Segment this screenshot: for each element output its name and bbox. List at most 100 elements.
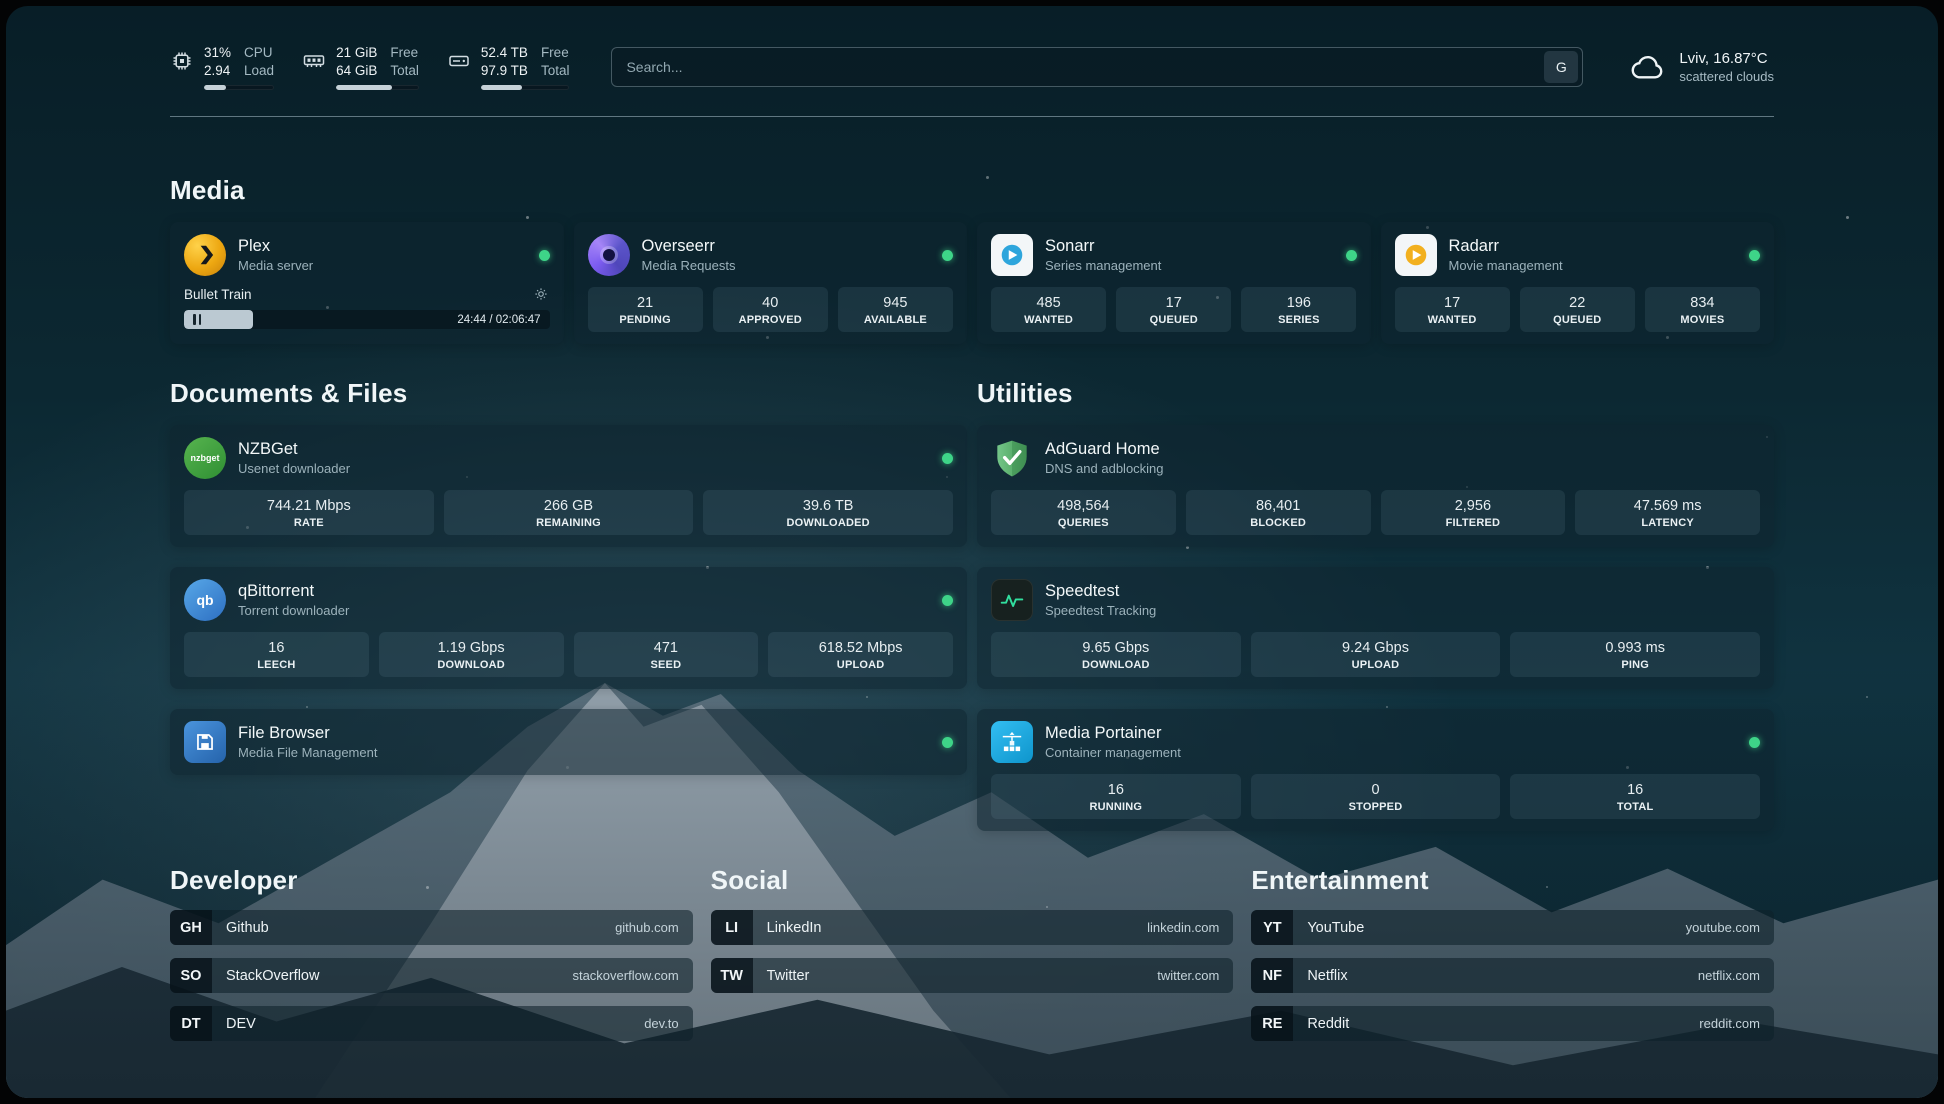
speedtest-card[interactable]: Speedtest Speedtest Tracking 9.65 GbpsDO… <box>977 567 1774 689</box>
bookmark-reddit[interactable]: RE Reddit reddit.com <box>1251 1006 1774 1041</box>
ram-icon <box>302 49 326 73</box>
weather-widget: Lviv, 16.87°C scattered clouds <box>1629 48 1774 86</box>
bookmark-github[interactable]: GH Github github.com <box>170 910 693 945</box>
ram-free-label: Free <box>390 44 419 62</box>
media-grid: Plex Media server Bullet Train 24:44 / 0… <box>170 222 1774 344</box>
reddit-badge: RE <box>1251 1006 1293 1041</box>
overseerr-card[interactable]: Overseerr Media Requests 21PENDING 40APP… <box>574 222 968 344</box>
speedtest-icon <box>991 579 1033 621</box>
disk-total-label: Total <box>541 62 570 80</box>
bookmark-stackoverflow[interactable]: SO StackOverflow stackoverflow.com <box>170 958 693 993</box>
stat-wanted: 485WANTED <box>991 287 1106 332</box>
playback-progress-bar[interactable]: 24:44 / 02:06:47 <box>184 310 550 329</box>
portainer-icon <box>991 721 1033 763</box>
overseerr-icon <box>588 234 630 276</box>
stat-approved: 40APPROVED <box>713 287 828 332</box>
stat-remaining: 266 GBREMAINING <box>444 490 694 535</box>
app-name: Media Portainer <box>1045 723 1181 744</box>
dev-badge: DT <box>170 1006 212 1041</box>
stat-leech: 16LEECH <box>184 632 369 677</box>
section-title-utilities: Utilities <box>977 378 1774 409</box>
app-subtitle: Media Requests <box>642 257 736 274</box>
plex-card[interactable]: Plex Media server Bullet Train 24:44 / 0… <box>170 222 564 344</box>
stat-download: 9.65 GbpsDOWNLOAD <box>991 632 1241 677</box>
stat-upload: 618.52 MbpsUPLOAD <box>768 632 953 677</box>
netflix-badge: NF <box>1251 958 1293 993</box>
app-name: AdGuard Home <box>1045 439 1164 460</box>
adguard-card[interactable]: AdGuard Home DNS and adblocking 498,564Q… <box>977 425 1774 547</box>
stat-total: 16TOTAL <box>1510 774 1760 819</box>
app-subtitle: Media File Management <box>238 744 377 761</box>
playback-time: 24:44 / 02:06:47 <box>457 313 540 327</box>
search-input[interactable] <box>626 59 1544 75</box>
stat-filtered: 2,956FILTERED <box>1381 490 1566 535</box>
app-name: Speedtest <box>1045 581 1156 602</box>
nzbget-icon: nzbget <box>184 437 226 479</box>
sonarr-card[interactable]: Sonarr Series management 485WANTED 17QUE… <box>977 222 1371 344</box>
status-dot <box>1346 250 1357 261</box>
top-bar: 31% 2.94 CPU Load <box>170 44 1774 90</box>
header-divider <box>170 116 1774 117</box>
disk-total-value: 97.9 TB <box>481 62 528 80</box>
stat-queued: 17QUEUED <box>1116 287 1231 332</box>
cpu-widget: 31% 2.94 CPU Load <box>170 44 274 90</box>
stat-ping: 0.993 msPING <box>1510 632 1760 677</box>
portainer-card[interactable]: Media Portainer Container management 16R… <box>977 709 1774 831</box>
cpu-progress-bar <box>204 85 274 90</box>
pause-button[interactable] <box>193 314 201 325</box>
disk-free-value: 52.4 TB <box>481 44 528 62</box>
stat-downloaded: 39.6 TBDOWNLOADED <box>703 490 953 535</box>
nzbget-card[interactable]: nzbget NZBGet Usenet downloader 744.21 M… <box>170 425 967 547</box>
ram-total-value: 64 GiB <box>336 62 377 80</box>
filebrowser-card[interactable]: File Browser Media File Management <box>170 709 967 775</box>
app-name: Radarr <box>1449 236 1563 257</box>
gear-icon[interactable] <box>532 285 550 303</box>
stat-rate: 744.21 MbpsRATE <box>184 490 434 535</box>
app-name: Sonarr <box>1045 236 1161 257</box>
cpu-percent: 31% <box>204 44 231 62</box>
stat-running: 16RUNNING <box>991 774 1241 819</box>
adguard-shield-icon <box>991 437 1033 479</box>
section-title-social: Social <box>711 865 1234 896</box>
youtube-badge: YT <box>1251 910 1293 945</box>
stat-movies: 834MOVIES <box>1645 287 1760 332</box>
status-dot <box>539 250 550 261</box>
radarr-card[interactable]: Radarr Movie management 17WANTED 22QUEUE… <box>1381 222 1775 344</box>
weather-condition: scattered clouds <box>1679 68 1774 85</box>
app-subtitle: Speedtest Tracking <box>1045 602 1156 619</box>
filebrowser-icon <box>184 721 226 763</box>
stat-pending: 21PENDING <box>588 287 703 332</box>
section-title-entertainment: Entertainment <box>1251 865 1774 896</box>
app-subtitle: Container management <box>1045 744 1181 761</box>
qbittorrent-card[interactable]: qb qBittorrent Torrent downloader 16LEEC… <box>170 567 967 689</box>
cloud-icon <box>1629 48 1667 86</box>
snow-particles-small <box>6 6 8 8</box>
stat-blocked: 86,401BLOCKED <box>1186 490 1371 535</box>
ram-total-label: Total <box>390 62 419 80</box>
app-name: qBittorrent <box>238 581 349 602</box>
status-dot <box>942 737 953 748</box>
disk-icon <box>447 49 471 73</box>
stat-stopped: 0STOPPED <box>1251 774 1501 819</box>
ram-progress-bar <box>336 85 419 90</box>
app-subtitle: DNS and adblocking <box>1045 460 1164 477</box>
bookmark-dev[interactable]: DT DEV dev.to <box>170 1006 693 1041</box>
app-name: File Browser <box>238 723 377 744</box>
cpu-icon <box>170 49 194 73</box>
cpu-load-value: 2.94 <box>204 62 231 80</box>
bookmark-netflix[interactable]: NF Netflix netflix.com <box>1251 958 1774 993</box>
disk-widget: 52.4 TB 97.9 TB Free Total <box>447 44 570 90</box>
bookmark-twitter[interactable]: TW Twitter twitter.com <box>711 958 1234 993</box>
stat-queries: 498,564QUERIES <box>991 490 1176 535</box>
app-subtitle: Series management <box>1045 257 1161 274</box>
search-bar: G <box>611 47 1583 87</box>
bookmark-linkedin[interactable]: LI LinkedIn linkedin.com <box>711 910 1234 945</box>
stat-queued: 22QUEUED <box>1520 287 1635 332</box>
status-dot <box>942 250 953 261</box>
bookmark-youtube[interactable]: YT YouTube youtube.com <box>1251 910 1774 945</box>
disk-progress-bar <box>481 85 570 90</box>
search-engine-button[interactable]: G <box>1544 51 1578 83</box>
section-title-developer: Developer <box>170 865 693 896</box>
app-subtitle: Movie management <box>1449 257 1563 274</box>
app-subtitle: Usenet downloader <box>238 460 350 477</box>
